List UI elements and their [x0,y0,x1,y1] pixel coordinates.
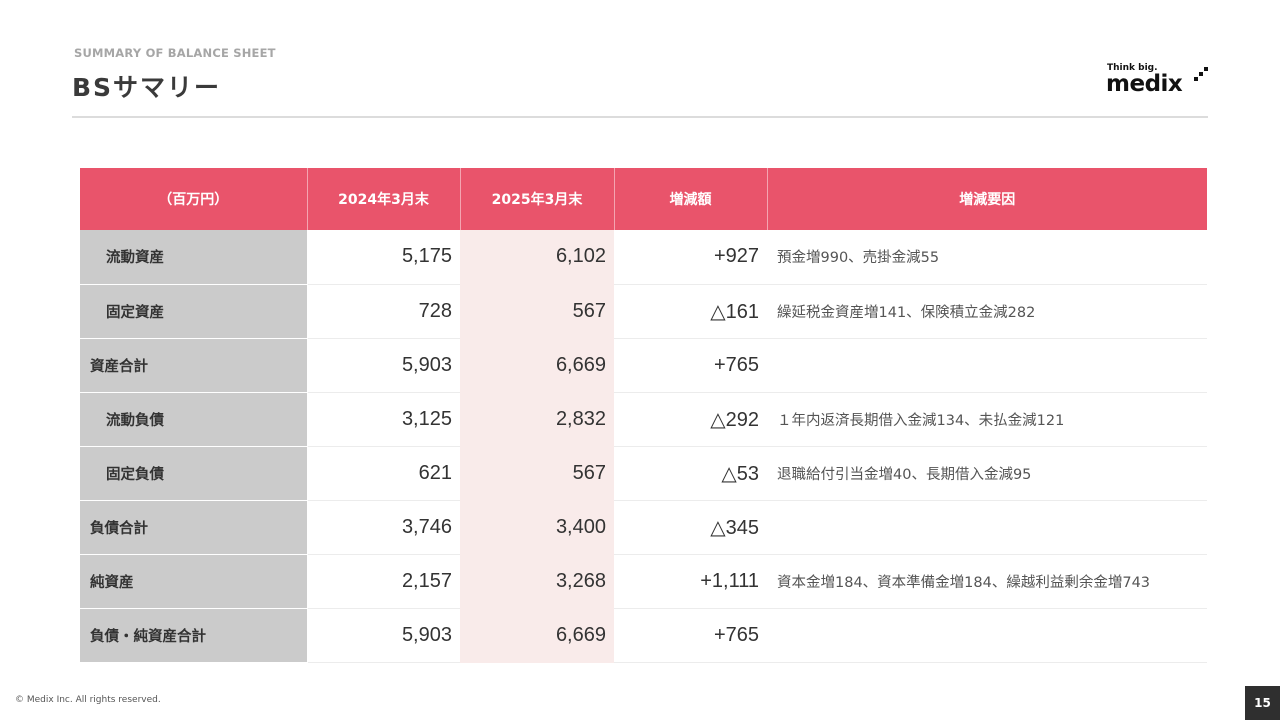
row-label: 固定資産 [80,284,308,339]
value-difference: △345 [614,500,767,555]
table-body: 流動資産 5,175 6,102 +927 預金増990、売掛金減55 固定資産 728 56… [80,230,1207,663]
value-prev-period: 728 [307,284,460,339]
change-reason: 繰延税金資産増141、保険積立金減282 [767,284,1207,339]
table-row: 固定負債 621 567 △53 退職給付引当金増40、長期借入金減95 [80,446,1207,501]
change-reason: 退職給付引当金増40、長期借入金減95 [767,446,1207,501]
header-difference: 増減額 [614,168,768,230]
change-reason [767,500,1207,555]
change-reason: １年内返済長期借入金減134、未払金減121 [767,392,1207,447]
page-title: BSサマリー [72,73,222,102]
copyright: © Medix Inc. All rights reserved. [15,695,161,705]
change-reason: 預金増990、売掛金減55 [767,230,1207,285]
row-label: 純資産 [80,554,308,609]
value-difference: +765 [614,608,767,663]
value-curr-period: 567 [460,446,614,501]
table-row: 純資産 2,157 3,268 +1,111 資本金増184、資本準備金増184、繰越利… [80,554,1207,609]
header-unit: （百万円） [80,168,308,230]
logo-wordmark: medix [1106,71,1183,97]
medix-logo: Think big. medix [1106,62,1210,98]
value-difference: △53 [614,446,767,501]
page-number: 15 [1245,686,1280,720]
table-row: 負債・純資産合計 5,903 6,669 +765 [80,608,1207,663]
value-prev-period: 5,903 [307,608,460,663]
change-reason [767,608,1207,663]
value-difference: +765 [614,338,767,393]
value-prev-period: 5,903 [307,338,460,393]
logo-dots-icon [1194,67,1208,83]
row-label: 資産合計 [80,338,308,393]
row-label: 負債・純資産合計 [80,608,308,663]
value-curr-period: 2,832 [460,392,614,447]
value-difference: △292 [614,392,767,447]
value-prev-period: 5,175 [307,230,460,285]
table-row: 資産合計 5,903 6,669 +765 [80,338,1207,393]
value-prev-period: 3,746 [307,500,460,555]
value-curr-period: 3,400 [460,500,614,555]
value-prev-period: 3,125 [307,392,460,447]
header-prev-period: 2024年3月末 [307,168,461,230]
value-curr-period: 6,669 [460,608,614,663]
value-difference: △161 [614,284,767,339]
header-reason: 増減要因 [767,168,1207,230]
header-curr-period: 2025年3月末 [460,168,615,230]
section-subtitle: SUMMARY OF BALANCE SHEET [74,46,276,60]
balance-sheet-table: （百万円） 2024年3月末 2025年3月末 増減額 増減要因 流動資産 5,1… [80,168,1207,663]
table-row: 流動負債 3,125 2,832 △292 １年内返済長期借入金減134、未払金減121 [80,392,1207,447]
row-label: 流動資産 [80,230,308,285]
value-curr-period: 3,268 [460,554,614,609]
value-prev-period: 2,157 [307,554,460,609]
value-prev-period: 621 [307,446,460,501]
value-difference: +1,111 [614,554,767,609]
change-reason: 資本金増184、資本準備金増184、繰越利益剰余金増743 [767,554,1207,609]
table-row: 負債合計 3,746 3,400 △345 [80,500,1207,555]
title-divider [72,116,1208,118]
table-row: 固定資産 728 567 △161 繰延税金資産増141、保険積立金減282 [80,284,1207,339]
value-curr-period: 6,102 [460,230,614,285]
value-curr-period: 567 [460,284,614,339]
table-row: 流動資産 5,175 6,102 +927 預金増990、売掛金減55 [80,230,1207,285]
value-curr-period: 6,669 [460,338,614,393]
value-difference: +927 [614,230,767,285]
row-label: 流動負債 [80,392,308,447]
table-header-row: （百万円） 2024年3月末 2025年3月末 増減額 増減要因 [80,168,1207,230]
row-label: 固定負債 [80,446,308,501]
change-reason [767,338,1207,393]
row-label: 負債合計 [80,500,308,555]
